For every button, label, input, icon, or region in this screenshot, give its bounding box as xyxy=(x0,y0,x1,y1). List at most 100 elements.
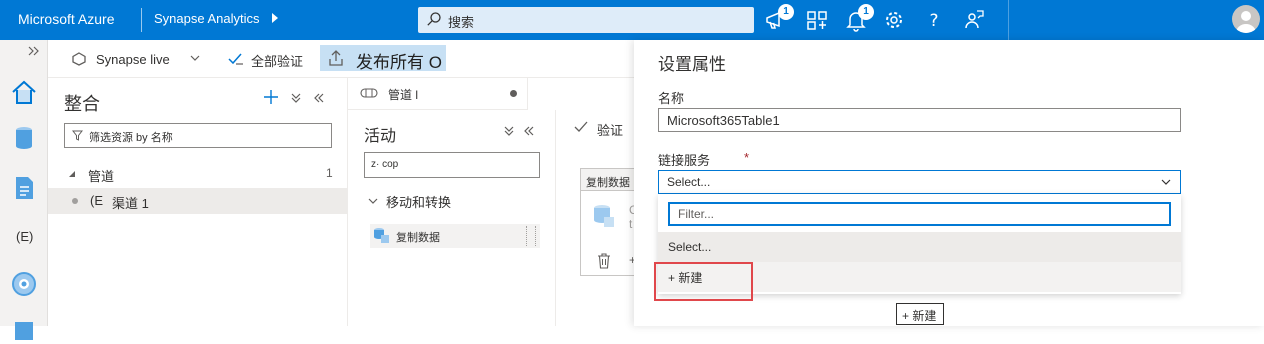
user-icon xyxy=(1236,11,1256,33)
svg-text:?: ? xyxy=(929,11,938,31)
collapse-all-icon[interactable] xyxy=(504,126,514,136)
data-icon[interactable] xyxy=(10,124,38,152)
app-name[interactable]: Synapse Analytics xyxy=(154,11,260,26)
pipelines-section[interactable]: 管道 1 xyxy=(48,162,348,186)
caret-down-icon[interactable] xyxy=(68,170,76,178)
dropdown-option-select[interactable]: Select... xyxy=(658,232,1181,262)
collapse-all-icon[interactable] xyxy=(291,93,301,103)
brand-title[interactable]: Microsoft Azure xyxy=(18,11,114,27)
name-label: 名称 xyxy=(658,91,685,106)
section-count: 1 xyxy=(326,166,333,180)
notification-badge: 1 xyxy=(778,4,794,20)
chevron-down-icon[interactable] xyxy=(1161,179,1171,186)
trash-icon[interactable] xyxy=(597,253,611,269)
develop-icon[interactable] xyxy=(10,174,38,202)
panel-title: 设置属性 xyxy=(658,55,726,74)
chevron-down-icon[interactable] xyxy=(190,55,200,62)
pipeline-list-item[interactable]: (E 渠道 1 xyxy=(48,188,348,214)
rail-item-label[interactable]: (E) xyxy=(16,229,33,244)
alerts-button[interactable]: 1 xyxy=(844,4,874,32)
activities-title: 活动 xyxy=(364,128,397,145)
divider xyxy=(141,8,142,32)
monitor-icon[interactable] xyxy=(10,270,38,298)
settings-button[interactable] xyxy=(882,8,906,32)
activity-search-value: z· cop xyxy=(371,159,399,170)
new-button-label: + 新建 xyxy=(902,309,937,323)
activities-pane: 活动 z· cop 移动和转换 复制数据 xyxy=(348,110,556,326)
copy-data-icon xyxy=(374,228,389,243)
toolbar: Synapse live 全部验证 发布所有 O xyxy=(48,40,634,78)
live-mode-label[interactable]: Synapse live xyxy=(96,52,170,67)
collapse-pane-icon[interactable] xyxy=(314,93,324,103)
avatar[interactable] xyxy=(1232,5,1260,33)
node-header: 复制数据 xyxy=(581,169,639,191)
drag-handle[interactable] xyxy=(526,226,536,246)
collapse-pane-icon[interactable] xyxy=(524,126,534,136)
status-dot xyxy=(72,198,78,204)
add-icon[interactable] xyxy=(264,90,278,104)
help-button[interactable]: ? xyxy=(922,8,946,32)
manage-icon[interactable] xyxy=(10,316,38,344)
unsaved-dot xyxy=(510,90,517,97)
help-icon: ? xyxy=(929,11,938,31)
top-bar: Microsoft Azure Synapse Analytics 搜索 1 1 xyxy=(0,0,1264,40)
pipeline-icon xyxy=(360,88,378,98)
validate-all-button[interactable]: 全部验证 xyxy=(251,51,303,70)
upload-icon xyxy=(329,50,343,66)
name-field[interactable]: Microsoft365Table1 xyxy=(658,108,1181,132)
directory-button[interactable] xyxy=(805,8,829,32)
chevron-right-icon[interactable] xyxy=(272,13,278,23)
pipeline-item-prefix: (E xyxy=(90,193,103,208)
copy-data-activity[interactable]: 复制数据 xyxy=(370,224,540,248)
validate-all-icon xyxy=(228,53,243,65)
required-mark: * xyxy=(744,150,750,165)
alert-badge: 1 xyxy=(858,4,874,20)
publish-all-button[interactable]: 发布所有 O xyxy=(320,45,446,72)
copy-data-node[interactable]: 复制数据 C t + xyxy=(580,168,640,276)
search-input[interactable]: 搜索 xyxy=(418,7,754,33)
select-value: Select... xyxy=(667,175,711,189)
new-button[interactable]: + 新建 xyxy=(896,303,944,325)
left-rail: (E) xyxy=(0,40,48,340)
filter-placeholder: 筛选资源 by 名称 xyxy=(89,132,173,144)
tab-pipeline[interactable]: 管道 l xyxy=(348,78,528,110)
node-title: 复制数据 xyxy=(586,177,630,189)
search-placeholder: 搜索 xyxy=(448,15,475,30)
gear-icon xyxy=(886,12,902,28)
filter-input[interactable]: 筛选资源 by 名称 xyxy=(64,123,332,148)
pipeline-canvas[interactable]: 验证 复制数据 C t + xyxy=(556,110,640,326)
search-icon xyxy=(427,12,441,26)
activity-search-input[interactable]: z· cop xyxy=(364,152,540,178)
publish-all-label: 发布所有 O xyxy=(356,53,442,72)
checkmark-icon xyxy=(574,121,588,132)
filter-placeholder: Filter... xyxy=(678,207,715,221)
chevron-down-icon[interactable] xyxy=(368,198,378,205)
filter-icon xyxy=(72,130,83,141)
integrate-pane: 整合 筛选资源 by 名称 管道 1 (E 渠道 1 xyxy=(48,78,348,326)
expand-icon[interactable] xyxy=(28,46,40,56)
copy-data-label: 复制数据 xyxy=(396,232,440,244)
synapse-icon xyxy=(72,52,86,66)
node-text-2: t xyxy=(629,217,633,231)
set-properties-panel: 设置属性 名称 Microsoft365Table1 链接服务 * Select… xyxy=(634,40,1264,326)
tab-label: 管道 l xyxy=(388,88,419,102)
pipeline-item-name: 渠道 1 xyxy=(112,196,149,211)
notifications-button[interactable]: 1 xyxy=(764,4,794,32)
feedback-button[interactable] xyxy=(962,8,986,32)
feedback-icon xyxy=(965,10,984,29)
name-value: Microsoft365Table1 xyxy=(667,113,780,128)
pipeline-editor: 管道 l 活动 z· cop 移动和转换 复制数据 验证 复制数据 t + xyxy=(348,78,640,326)
directory-icon xyxy=(807,11,827,30)
home-icon[interactable] xyxy=(10,78,38,106)
activity-group[interactable]: 移动和转换 xyxy=(386,192,451,211)
pane-title: 整合 xyxy=(64,94,100,114)
divider xyxy=(1008,0,1009,40)
database-icon xyxy=(594,205,614,227)
linked-service-label: 链接服务 xyxy=(658,153,711,168)
linked-service-select[interactable]: Select... xyxy=(658,170,1181,194)
section-label: 管道 xyxy=(88,169,115,184)
validate-button[interactable]: 验证 xyxy=(597,120,623,139)
highlight-box xyxy=(654,262,753,301)
option-label: Select... xyxy=(668,240,712,254)
dropdown-filter-input[interactable]: Filter... xyxy=(668,202,1171,226)
